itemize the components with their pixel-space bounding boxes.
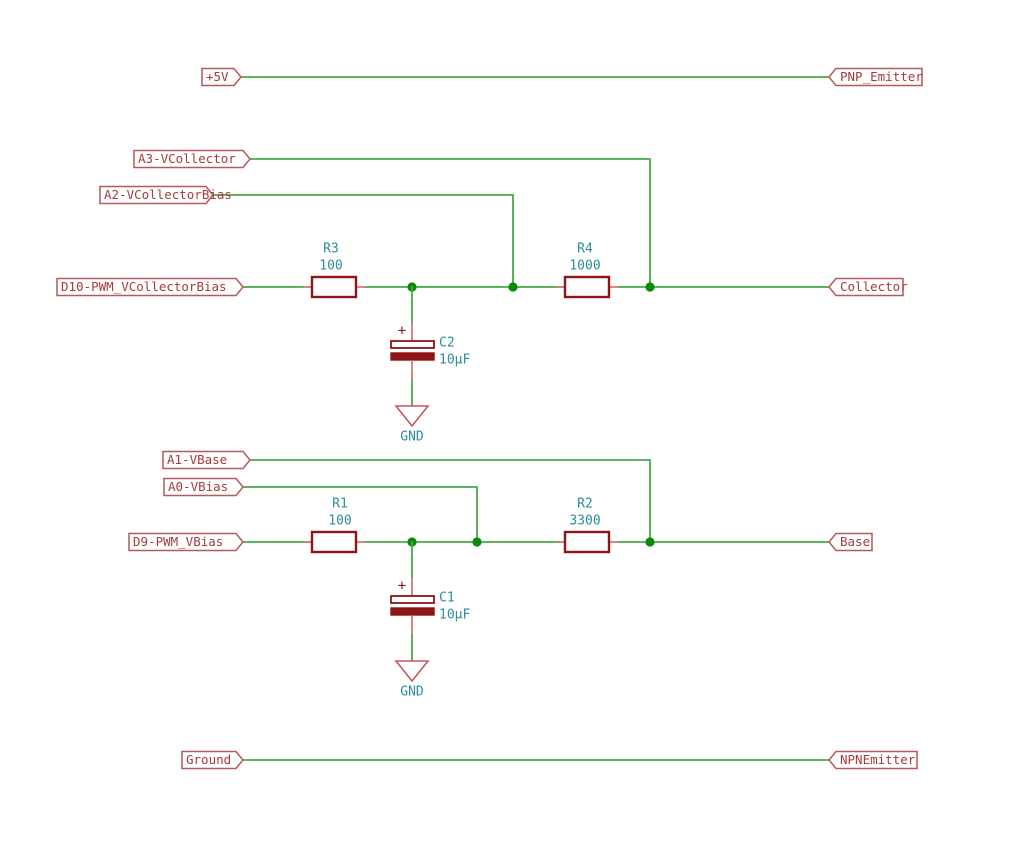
r3-reference: R3 (323, 242, 339, 257)
component-c2-branch: + C2 10µF GND (390, 286, 470, 445)
label-a2-vcollectorbias-text: A2-VCollectorBias (104, 187, 232, 202)
label-plus5v[interactable]: +5V (201, 67, 242, 87)
label-npn-emitter-text: NPNEmitter (840, 752, 916, 767)
gnd-triangle-c1-icon (394, 660, 430, 683)
c1-value: 10µF (439, 608, 470, 623)
c1-plate-positive (390, 595, 435, 604)
r4-body (563, 275, 611, 299)
r3-value: 100 (319, 259, 342, 274)
power-symbol-gnd-c2[interactable]: GND (394, 405, 430, 445)
label-a3-vcollector[interactable]: A3-VCollector (133, 149, 251, 169)
r2-value: 3300 (569, 514, 600, 529)
r1-reference: R1 (332, 497, 348, 512)
label-base-text: Base (840, 534, 870, 549)
junction-a1-vbase-node (645, 537, 655, 547)
label-a1-vbase-text: A1-VBase (167, 452, 227, 467)
label-pnp-emitter[interactable]: PNP_Emitter (828, 67, 923, 87)
r1-body (310, 530, 358, 554)
label-plus5v-text: +5V (206, 69, 229, 84)
r2-body (563, 530, 611, 554)
net-collector-bus: D10-PWM_VCollectorBias Collector (56, 277, 908, 297)
component-r2[interactable]: R2 3300 (563, 497, 611, 554)
gnd-c2-label: GND (400, 430, 424, 445)
label-ground-text: Ground (186, 752, 231, 767)
c1-plate-negative (390, 607, 435, 616)
c1-polarity-marker: + (398, 578, 406, 594)
junction-a0-vbias-node (472, 537, 482, 547)
label-a0-vbias[interactable]: A0-VBias (163, 477, 244, 497)
label-collector-text: Collector (840, 279, 908, 294)
r4-value: 1000 (569, 259, 600, 274)
label-npn-emitter[interactable]: NPNEmitter (828, 750, 918, 770)
r3-body (310, 275, 358, 299)
label-collector[interactable]: Collector (828, 277, 908, 297)
gnd-triangle-c2-icon (394, 405, 430, 428)
label-d9-pwm-vbias-text: D9-PWM_VBias (133, 534, 223, 549)
label-d9-pwm-vbias[interactable]: D9-PWM_VBias (128, 532, 244, 552)
label-a0-vbias-text: A0-VBias (168, 479, 228, 494)
component-r1[interactable]: R1 100 (310, 497, 358, 554)
power-symbol-gnd-c1[interactable]: GND (394, 660, 430, 700)
gnd-c1-label: GND (400, 685, 424, 700)
label-a1-vbase[interactable]: A1-VBase (162, 450, 251, 470)
wire-a0-vbias-branch (242, 486, 478, 543)
net-a2-vcollectorbias: A2-VCollectorBias (99, 185, 514, 288)
label-d10-pwm-vcollectorbias[interactable]: D10-PWM_VCollectorBias (56, 277, 244, 297)
label-base[interactable]: Base (828, 532, 873, 552)
component-r3[interactable]: R3 100 (310, 242, 358, 299)
wire-a2-vcollectorbias-branch (212, 194, 514, 288)
schematic-canvas: +5V PNP_Emitter A3-VCollector A2-VCollec… (0, 0, 1024, 863)
label-ground[interactable]: Ground (181, 750, 244, 770)
component-r4[interactable]: R4 1000 (563, 242, 611, 299)
c2-polarity-marker: + (398, 323, 406, 339)
junction-a2-vcollectorbias-node (508, 282, 518, 292)
r1-value: 100 (328, 514, 351, 529)
label-a3-vcollector-text: A3-VCollector (138, 151, 236, 166)
component-c2[interactable]: + C2 10µF (390, 323, 470, 368)
net-base-bus: D9-PWM_VBias Base (128, 532, 873, 552)
net-ground-npn-emitter: Ground NPNEmitter (181, 750, 918, 770)
component-c1[interactable]: + C1 10µF (390, 578, 470, 623)
r2-reference: R2 (577, 497, 593, 512)
label-d10-pwm-vcollectorbias-text: D10-PWM_VCollectorBias (61, 279, 227, 294)
r4-reference: R4 (577, 242, 593, 257)
c2-value: 10µF (439, 353, 470, 368)
c2-plate-negative (390, 352, 435, 361)
c2-plate-positive (390, 340, 435, 349)
net-plus5v-pnp-emitter: +5V PNP_Emitter (201, 67, 923, 87)
c1-reference: C1 (439, 591, 455, 606)
junction-a3-vcollector-node (645, 282, 655, 292)
label-a2-vcollectorbias[interactable]: A2-VCollectorBias (99, 185, 232, 205)
component-c1-branch: + C1 10µF GND (390, 541, 470, 700)
label-pnp-emitter-text: PNP_Emitter (840, 69, 923, 84)
c2-reference: C2 (439, 336, 455, 351)
